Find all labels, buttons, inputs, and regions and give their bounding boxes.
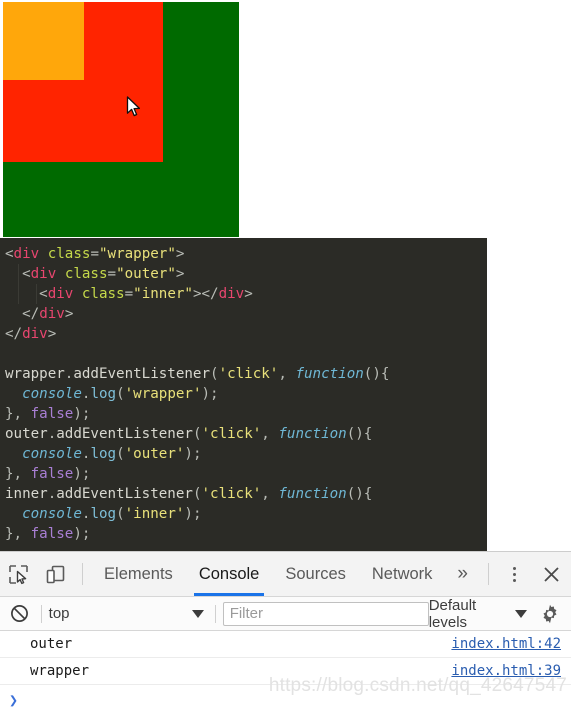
close-icon[interactable]	[531, 552, 571, 596]
code-line-js-8: }, false);	[5, 526, 91, 542]
console-message-text: wrapper	[30, 663, 90, 679]
tab-network[interactable]: Network	[359, 552, 446, 596]
tab-sources[interactable]: Sources	[272, 552, 359, 596]
tab-console[interactable]: Console	[186, 552, 273, 596]
code-line-html-4: </div>	[5, 326, 57, 342]
console-message-row[interactable]: outer index.html:42	[0, 631, 571, 658]
inspect-element-icon[interactable]	[0, 552, 37, 596]
chevron-down-icon	[191, 609, 204, 618]
code-snippet-block: <div class="wrapper"> <div class="outer"…	[0, 238, 487, 551]
box-outer[interactable]	[3, 2, 163, 162]
code-line-html-2: <div class="inner"></div>	[39, 286, 253, 302]
gear-icon[interactable]	[535, 600, 565, 628]
devtools-tabbar: Elements Console Sources Network »	[0, 552, 571, 597]
box-wrapper[interactable]	[3, 2, 239, 237]
toolbar-divider	[82, 563, 84, 585]
console-toolbar-divider-2	[214, 604, 216, 623]
toolbar-divider-right	[488, 563, 489, 585]
console-toolbar-divider	[40, 604, 42, 623]
code-line-js-6: inner.addEventListener('click', function…	[5, 486, 373, 502]
tab-elements[interactable]: Elements	[91, 552, 186, 596]
code-line-js-1: console.log('wrapper');	[22, 386, 219, 402]
console-input-prompt[interactable]: ❯	[0, 685, 571, 715]
console-message-source-link[interactable]: index.html:39	[451, 663, 571, 679]
code-line-js-2: }, false);	[5, 406, 91, 422]
execution-context-select[interactable]: top	[49, 605, 208, 622]
tabbar-right-actions	[480, 552, 571, 596]
chevron-down-icon-levels	[515, 609, 528, 618]
console-message-list: outer index.html:42 wrapper index.html:3…	[0, 631, 571, 715]
code-line-html-0: <div class="wrapper">	[5, 246, 185, 262]
log-levels-select[interactable]: Default levels	[429, 597, 532, 631]
log-levels-value: Default levels	[428, 596, 477, 631]
execution-context-value: top	[48, 605, 70, 622]
code-line-html-1: <div class="outer">	[22, 266, 185, 282]
filter-input[interactable]	[222, 601, 429, 626]
more-tabs-icon[interactable]: »	[445, 552, 480, 596]
code-line-js-4: console.log('outer');	[22, 446, 202, 462]
devtools-panel: Elements Console Sources Network » top F…	[0, 551, 571, 715]
box-inner[interactable]	[3, 2, 84, 80]
more-options-icon[interactable]	[497, 552, 531, 596]
demo-page-area	[0, 0, 571, 238]
code-line-html-3: </div>	[22, 306, 74, 322]
device-toolbar-icon[interactable]	[37, 552, 74, 596]
code-line-js-0: wrapper.addEventListener('click', functi…	[5, 366, 390, 382]
code-line-js-7: console.log('inner');	[22, 506, 202, 522]
console-message-row[interactable]: wrapper index.html:39	[0, 658, 571, 685]
code-line-js-5: }, false);	[5, 466, 91, 482]
code-line-js-3: outer.addEventListener('click', function…	[5, 426, 373, 442]
console-toolbar: top Default levels	[0, 597, 571, 631]
clear-console-icon[interactable]	[6, 600, 34, 628]
console-message-text: outer	[30, 636, 73, 652]
prompt-chevron-icon: ❯	[9, 691, 19, 709]
console-message-source-link[interactable]: index.html:42	[451, 636, 571, 652]
